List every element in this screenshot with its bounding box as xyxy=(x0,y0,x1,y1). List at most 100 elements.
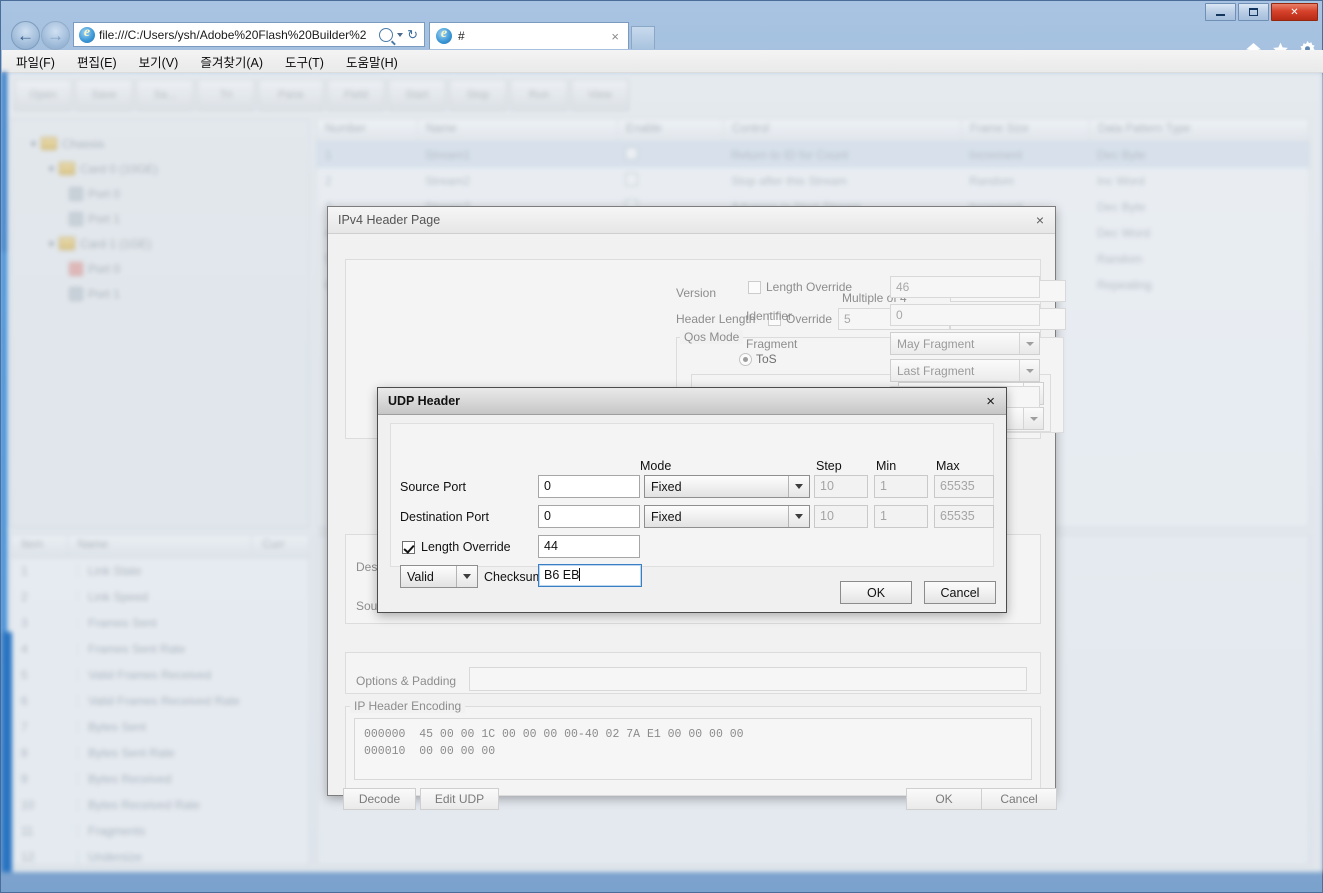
tree-item-card0[interactable]: ▼ Card 0 (10GE) xyxy=(29,156,309,181)
forward-button[interactable]: → xyxy=(41,21,70,50)
source-port-input[interactable]: 0 xyxy=(538,475,640,498)
chevron-down-icon[interactable] xyxy=(1019,333,1039,354)
tree-item-chassis[interactable]: ▼ Chassis xyxy=(29,131,309,156)
options-padding-field[interactable] xyxy=(469,667,1027,691)
chevron-down-icon[interactable] xyxy=(456,566,477,587)
toolbar-button-pane[interactable]: Pane xyxy=(258,79,324,111)
chevron-down-icon[interactable]: ▼ xyxy=(47,164,59,174)
length-override-checkbox[interactable] xyxy=(748,281,761,294)
tab-close-icon[interactable]: × xyxy=(608,29,622,44)
cell-name: Bytes Received xyxy=(77,772,274,786)
ipv4-cancel-button[interactable]: Cancel xyxy=(981,788,1057,810)
statistics-panel: Item Name Curr 1 Link State 2 Link Speed 3… xyxy=(10,534,310,866)
ipv4-ok-button[interactable]: OK xyxy=(906,788,982,810)
chevron-down-icon[interactable] xyxy=(1023,408,1043,429)
toolbar-button-start[interactable]: Start xyxy=(388,79,446,111)
tree-item-label: Chassis xyxy=(62,136,105,151)
identifier-field[interactable]: 0 xyxy=(890,304,1040,326)
table-row[interactable]: 8 Bytes Sent Rate xyxy=(11,740,309,766)
table-row[interactable]: 9 Bytes Received xyxy=(11,766,309,792)
toolbar-button-save[interactable]: Save xyxy=(75,79,133,111)
edit-udp-button[interactable]: Edit UDP xyxy=(420,788,499,810)
udp-ok-button[interactable]: OK xyxy=(840,581,912,604)
decode-button[interactable]: Decode xyxy=(343,788,416,810)
table-row[interactable]: 6 Valid Frames Received Rate xyxy=(11,688,309,714)
tree-item-card0-port1[interactable]: Port 1 xyxy=(29,206,309,231)
close-icon[interactable]: × xyxy=(1033,213,1047,227)
address-input[interactable]: file:///C:/Users/ysh/Adobe%20Flash%20Bui… xyxy=(99,28,379,42)
toolbar-button-saveas[interactable]: Sa... xyxy=(136,79,194,111)
destination-port-input[interactable]: 0 xyxy=(538,505,640,528)
table-row[interactable]: 2 Link Speed xyxy=(11,584,309,610)
toolbar-button-tri[interactable]: Tri xyxy=(197,79,255,111)
tree-item-card1-port0[interactable]: Port 0 xyxy=(29,256,309,281)
tos-label: ToS xyxy=(756,352,777,366)
udp-cancel-button[interactable]: Cancel xyxy=(924,581,996,604)
destination-port-max-input[interactable]: 65535 xyxy=(934,505,994,528)
menu-file[interactable]: 파일(F) xyxy=(16,52,55,71)
checksum-input[interactable]: B6 EB xyxy=(538,564,642,587)
source-port-mode-dropdown[interactable]: Fixed xyxy=(644,475,810,498)
table-row[interactable]: 1 Stream1 Return to ID for Count Increme… xyxy=(317,142,1309,168)
stream-table-header: Number Name Enable Control Frame Size Da… xyxy=(317,119,1309,142)
ip-header-encoding-textarea[interactable]: 000000 45 00 00 1C 00 00 00 00-40 02 7A … xyxy=(354,718,1032,780)
toolbar-button-view[interactable]: View xyxy=(571,79,629,111)
checksum-validity-value: Valid xyxy=(407,569,434,584)
new-tab-button[interactable] xyxy=(631,26,655,49)
menu-help[interactable]: 도움말(H) xyxy=(346,52,398,71)
browser-tab[interactable]: # × xyxy=(429,22,629,49)
back-button[interactable]: ← xyxy=(11,21,40,50)
chevron-down-icon[interactable] xyxy=(1019,360,1039,381)
menu-favorites[interactable]: 즐겨찾기(A) xyxy=(200,52,263,71)
cell-enable[interactable] xyxy=(617,147,723,163)
chevron-down-icon[interactable] xyxy=(397,32,404,37)
table-row[interactable]: 7 Bytes Sent xyxy=(11,714,309,740)
toolbar-button-stop[interactable]: Stop xyxy=(449,79,507,111)
destination-port-min-input[interactable]: 1 xyxy=(874,505,928,528)
close-icon[interactable]: × xyxy=(983,394,998,409)
cell-name: Valid Frames Received xyxy=(77,668,274,682)
chevron-down-icon[interactable]: ▼ xyxy=(47,239,59,249)
chevron-down-icon[interactable] xyxy=(788,476,809,497)
tree-item-card1[interactable]: ▼ Card 1 (1GE) xyxy=(29,231,309,256)
length-override-input[interactable]: 44 xyxy=(538,535,640,558)
toolbar-button-open[interactable]: Open xyxy=(14,79,72,111)
toolbar-button-run[interactable]: Run xyxy=(510,79,568,111)
table-row[interactable]: 3 Frames Sent xyxy=(11,610,309,636)
tree-item-card0-port0[interactable]: Port 0 xyxy=(29,181,309,206)
udp-header-dialog[interactable]: UDP Header × Mode Step Min Max Source Po… xyxy=(377,387,1007,613)
table-row[interactable]: 11 Fragments xyxy=(11,818,309,844)
length-override-checkbox[interactable] xyxy=(402,541,415,554)
chevron-down-icon[interactable] xyxy=(788,506,809,527)
destination-port-step-input[interactable]: 10 xyxy=(814,505,868,528)
tree-item-card1-port1[interactable]: Port 1 xyxy=(29,281,309,306)
refresh-icon[interactable]: ↻ xyxy=(407,27,418,43)
menu-tools[interactable]: 도구(T) xyxy=(285,52,324,71)
cell-name: Frames Sent xyxy=(77,616,274,630)
table-row[interactable]: 4 Frames Sent Rate xyxy=(11,636,309,662)
menu-edit[interactable]: 편집(E) xyxy=(77,52,117,71)
tos-radio[interactable] xyxy=(739,353,752,366)
address-bar[interactable]: file:///C:/Users/ysh/Adobe%20Flash%20Bui… xyxy=(73,22,425,47)
toolbar-button-field[interactable]: Field xyxy=(327,79,385,111)
table-row[interactable]: 5 Valid Frames Received xyxy=(11,662,309,688)
source-port-min-input[interactable]: 1 xyxy=(874,475,928,498)
fragment-last-dropdown[interactable]: Last Fragment xyxy=(890,359,1040,382)
ipv4-length-override-field[interactable]: 46 xyxy=(890,276,1040,298)
table-row[interactable]: 1 Link State xyxy=(11,558,309,584)
search-icon[interactable] xyxy=(379,27,394,42)
chevron-down-icon[interactable]: ▼ xyxy=(29,139,41,149)
cell-enable[interactable] xyxy=(617,173,723,189)
table-row[interactable]: 2 Stream2 Stop after this Stream Random … xyxy=(317,168,1309,194)
fragment-dropdown[interactable]: May Fragment xyxy=(890,332,1040,355)
destination-port-mode-dropdown[interactable]: Fixed xyxy=(644,505,810,528)
checkbox-icon[interactable] xyxy=(625,147,638,160)
checksum-validity-dropdown[interactable]: Valid xyxy=(400,565,478,588)
source-port-max-input[interactable]: 65535 xyxy=(934,475,994,498)
column-header-name: Name xyxy=(417,119,617,141)
table-row[interactable]: 10 Bytes Received Rate xyxy=(11,792,309,818)
checkbox-icon[interactable] xyxy=(625,173,638,186)
table-row[interactable]: 12 Undersize xyxy=(11,844,309,870)
menu-view[interactable]: 보기(V) xyxy=(139,52,179,71)
source-port-step-input[interactable]: 10 xyxy=(814,475,868,498)
